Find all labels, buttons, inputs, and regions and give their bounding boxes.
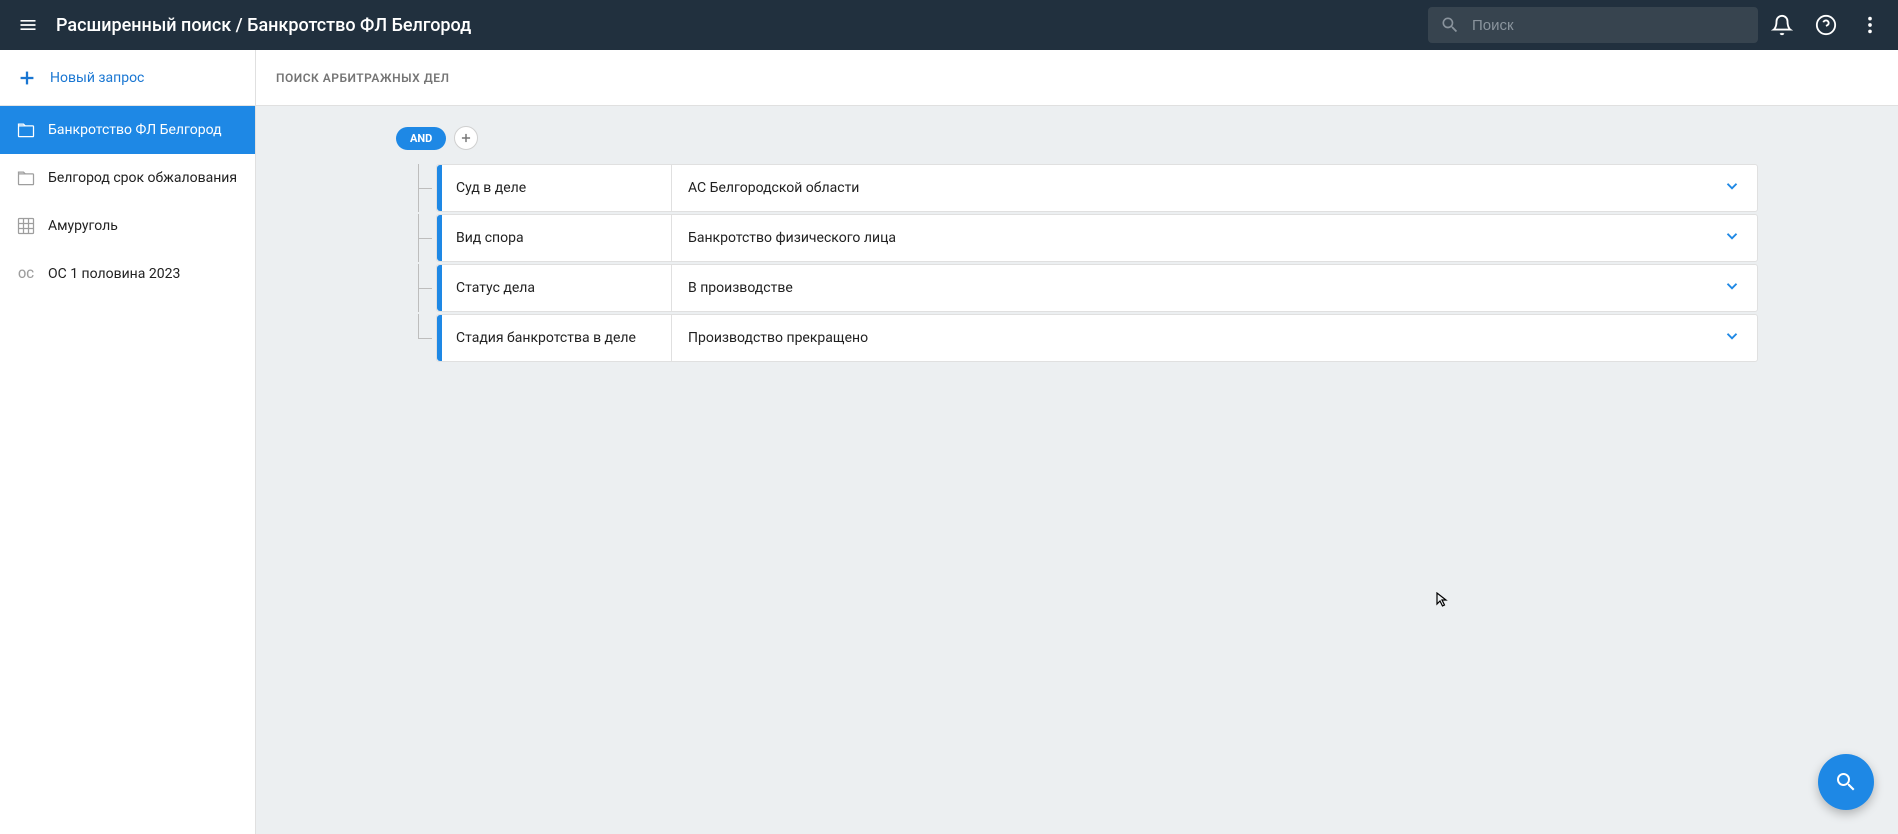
main-content: ПОИСК АРБИТРАЖНЫХ ДЕЛ AND Суд в деле АС Б…: [256, 50, 1898, 834]
condition-label: Вид спора: [442, 215, 672, 261]
folder-icon: [16, 168, 36, 188]
folder-icon: [16, 120, 36, 140]
help-button[interactable]: [1806, 5, 1846, 45]
sidebar-item-2[interactable]: Амуруголь: [0, 202, 255, 250]
tree-connector: [416, 214, 436, 262]
page-title: Расширенный поиск / Банкротство ФЛ Белго…: [56, 15, 1428, 36]
more-button[interactable]: [1850, 5, 1890, 45]
oc-icon: ОС: [16, 264, 36, 284]
sidebar-item-label: Белгород срок обжалования: [48, 170, 237, 186]
condition-card: Стадия банкротства в деле Производство пр…: [436, 314, 1758, 362]
tree-connector: [416, 164, 436, 212]
condition-row-1: Вид спора Банкротство физического лица: [416, 214, 1758, 262]
hamburger-icon: [18, 15, 38, 35]
plus-icon: [16, 67, 38, 89]
sidebar-item-label: Банкротство ФЛ Белгород: [48, 122, 222, 138]
main-header: ПОИСК АРБИТРАЖНЫХ ДЕЛ: [256, 50, 1898, 106]
condition-label: Статус дела: [442, 265, 672, 311]
plus-icon: [459, 131, 473, 145]
condition-row-0: Суд в деле АС Белгородской области: [416, 164, 1758, 212]
grid-icon: [16, 216, 36, 236]
sidebar-item-label: ОС 1 половина 2023: [48, 266, 180, 282]
condition-value-select[interactable]: АС Белгородской области: [672, 165, 1757, 211]
bell-icon: [1771, 14, 1793, 36]
main-header-title: ПОИСК АРБИТРАЖНЫХ ДЕЛ: [276, 71, 449, 85]
sidebar-item-1[interactable]: Белгород срок обжалования: [0, 154, 255, 202]
chevron-down-icon: [1723, 177, 1741, 199]
search-input[interactable]: [1472, 17, 1746, 34]
search-container[interactable]: [1428, 7, 1758, 43]
operator-chip[interactable]: AND: [396, 127, 446, 150]
condition-value-text: Производство прекращено: [688, 330, 868, 346]
condition-value-select[interactable]: В производстве: [672, 265, 1757, 311]
condition-card: Статус дела В производстве: [436, 264, 1758, 312]
condition-card: Вид спора Банкротство физического лица: [436, 214, 1758, 262]
condition-value-text: АС Белгородской области: [688, 180, 859, 196]
condition-value-text: Банкротство физического лица: [688, 230, 896, 246]
notifications-button[interactable]: [1762, 5, 1802, 45]
condition-value-select[interactable]: Производство прекращено: [672, 315, 1757, 361]
condition-card: Суд в деле АС Белгородской области: [436, 164, 1758, 212]
condition-value-text: В производстве: [688, 280, 793, 296]
sidebar-item-0[interactable]: Банкротство ФЛ Белгород: [0, 106, 255, 154]
tree-connector: [416, 264, 436, 312]
search-icon: [1834, 770, 1858, 794]
new-query-label: Новый запрос: [50, 70, 144, 86]
search-icon: [1440, 15, 1460, 35]
condition-label: Суд в деле: [442, 165, 672, 211]
tree-connector: [416, 314, 436, 362]
new-query-button[interactable]: Новый запрос: [0, 50, 255, 106]
chevron-down-icon: [1723, 277, 1741, 299]
query-builder: AND Суд в деле АС Белгородской области Вид…: [256, 106, 1898, 384]
sidebar: Новый запрос Банкротство ФЛ Белгород Белг…: [0, 50, 256, 834]
condition-value-select[interactable]: Банкротство физического лица: [672, 215, 1757, 261]
sidebar-item-3[interactable]: ОС ОС 1 половина 2023: [0, 250, 255, 298]
menu-button[interactable]: [8, 5, 48, 45]
chevron-down-icon: [1723, 327, 1741, 349]
chevron-down-icon: [1723, 227, 1741, 249]
condition-label: Стадия банкротства в деле: [442, 315, 672, 361]
condition-row-3: Стадия банкротства в деле Производство пр…: [416, 314, 1758, 362]
app-header: Расширенный поиск / Банкротство ФЛ Белго…: [0, 0, 1898, 50]
sidebar-item-label: Амуруголь: [48, 218, 118, 234]
help-icon: [1815, 14, 1837, 36]
add-condition-button[interactable]: [454, 126, 478, 150]
more-vert-icon: [1859, 14, 1881, 36]
search-fab[interactable]: [1818, 754, 1874, 810]
condition-row-2: Статус дела В производстве: [416, 264, 1758, 312]
